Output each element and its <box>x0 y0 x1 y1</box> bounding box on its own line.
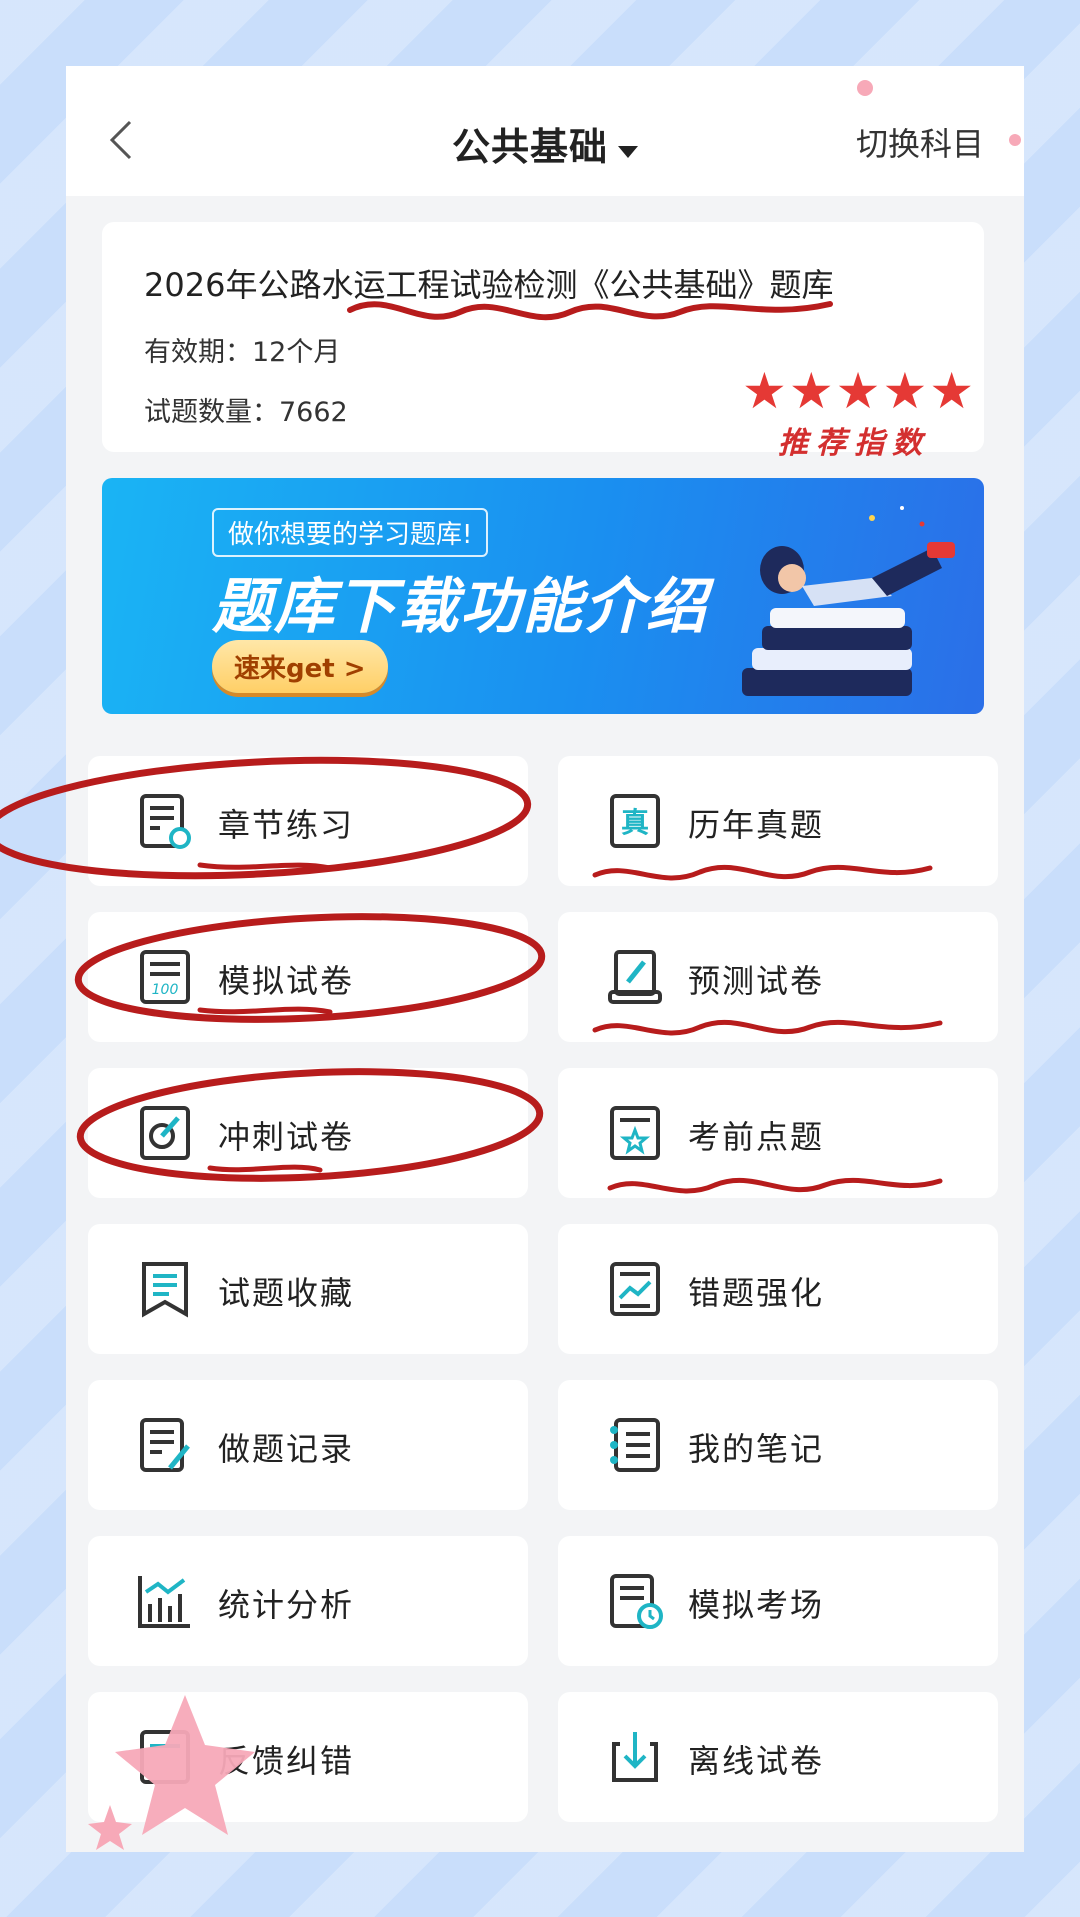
menu-item-bookmark[interactable]: 试题收藏 <box>88 1224 528 1354</box>
menu-item-label: 做题记录 <box>218 1430 355 1468</box>
page-title: 公共基础 <box>451 125 608 169</box>
menu-item-label: 模拟考场 <box>688 1586 825 1624</box>
statistics-icon <box>138 1576 190 1628</box>
menu-item-label: 冲刺试卷 <box>218 1118 355 1156</box>
top-bar: 公共基础 切换科目 <box>66 66 1024 196</box>
recommend-label: 推荐指数 <box>778 426 930 461</box>
svg-text:真: 真 <box>621 806 649 839</box>
offline-download-icon <box>612 1732 658 1782</box>
switch-subject-button[interactable]: 切换科目 <box>856 119 984 165</box>
menu-item-label: 章节练习 <box>218 806 355 844</box>
menu-item-offline-download[interactable]: 离线试卷 <box>558 1692 998 1822</box>
app-screen: 公共基础 切换科目 2026年公路水运工程试验检测《公共基础》题库 有效期：12… <box>66 66 1024 1852</box>
menu-item-chapter-practice[interactable]: 章节练习 <box>88 756 528 886</box>
svg-text:100: 100 <box>152 982 179 998</box>
menu-item-label: 离线试卷 <box>688 1742 825 1780</box>
bank-title: 2026年公路水运工程试验检测《公共基础》题库 <box>144 266 834 304</box>
mock-exam-room-icon <box>610 1574 663 1629</box>
question-bank-info-card: 2026年公路水运工程试验检测《公共基础》题库 有效期：12个月 试题数量：76… <box>102 222 984 461</box>
record-icon <box>140 1418 190 1472</box>
menu-item-label: 我的笔记 <box>688 1430 825 1468</box>
menu-item-wrong-questions[interactable]: 错题强化 <box>558 1224 998 1354</box>
menu-item-pre-exam-tips[interactable]: 考前点题 <box>558 1068 998 1198</box>
menu-item-label: 考前点题 <box>688 1118 825 1156</box>
question-count-text: 试题数量：7662 <box>144 397 348 428</box>
dropdown-caret-icon <box>618 145 638 158</box>
menu-item-record[interactable]: 做题记录 <box>88 1380 528 1510</box>
menu-item-label: 预测试卷 <box>688 962 825 1000</box>
chapter-practice-icon <box>140 794 191 849</box>
menu-item-label: 统计分析 <box>218 1586 355 1624</box>
bookmark-icon <box>142 1262 188 1318</box>
menu-item-label: 模拟试卷 <box>218 962 355 1000</box>
wrong-questions-icon <box>610 1262 660 1316</box>
banner-get-button[interactable]: 速来get > <box>212 640 388 693</box>
banner-headline: 题库下载功能介绍 <box>212 572 708 642</box>
pre-exam-tips-icon <box>610 1106 660 1160</box>
menu-item-past-exams[interactable]: 真 历年真题 <box>558 756 998 886</box>
menu-item-mock-paper[interactable]: 100 模拟试卷 <box>88 912 528 1042</box>
menu-item-label: 试题收藏 <box>218 1274 355 1312</box>
menu-item-sprint-paper[interactable]: 冲刺试卷 <box>88 1068 528 1198</box>
promo-banner[interactable]: 做你想要的学习题库! 题库下载功能介绍 速来get > <box>102 478 984 714</box>
notes-icon <box>610 1418 660 1472</box>
menu-item-notes[interactable]: 我的笔记 <box>558 1380 998 1510</box>
validity-text: 有效期：12个月 <box>144 337 341 368</box>
menu-item-statistics[interactable]: 统计分析 <box>88 1536 528 1666</box>
menu-item-label: 历年真题 <box>688 806 825 844</box>
menu-item-label: 错题强化 <box>688 1274 825 1312</box>
menu-item-forecast-paper[interactable]: 预测试卷 <box>558 912 998 1042</box>
menu-item-label: 反馈纠错 <box>218 1742 355 1780</box>
forecast-paper-icon <box>608 950 662 1004</box>
studying-girl-illustration <box>742 506 955 696</box>
feedback-icon <box>140 1730 190 1784</box>
rating-stars: ★★★★★ <box>742 362 977 420</box>
menu-item-mock-exam-room[interactable]: 模拟考场 <box>558 1536 998 1666</box>
menu-item-feedback[interactable]: 反馈纠错 <box>88 1692 528 1822</box>
past-exams-icon: 真 <box>610 794 660 848</box>
mock-paper-icon: 100 <box>140 950 190 1004</box>
banner-subtitle: 做你想要的学习题库! <box>212 508 489 557</box>
sprint-paper-icon <box>140 1106 190 1160</box>
